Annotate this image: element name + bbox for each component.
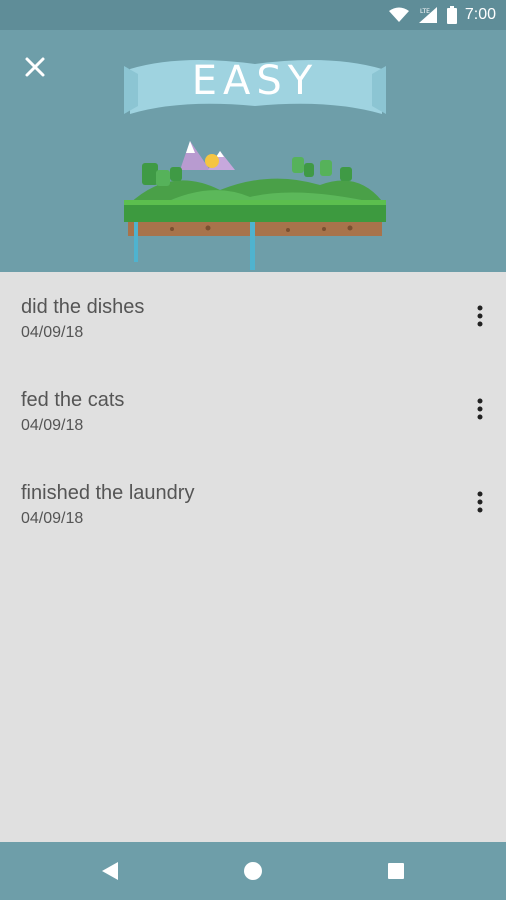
cell-signal-icon: LTE [418,7,437,23]
status-icons: LTE 7:00 [388,5,496,25]
status-bar: LTE 7:00 [0,0,506,30]
header: EASY [0,30,506,272]
list-item[interactable]: did the dishes 04/09/18 [0,272,506,365]
floating-island-illustration [124,141,386,270]
entry-title: finished the laundry [21,482,195,504]
close-icon[interactable] [20,52,50,82]
list-item[interactable]: fed the cats 04/09/18 [0,365,506,458]
back-triangle-icon[interactable] [96,856,126,886]
battery-icon [446,6,457,24]
entry-date: 04/09/18 [21,324,84,341]
entry-date: 04/09/18 [21,417,84,434]
recents-square-icon[interactable] [381,856,411,886]
entry-list: did the dishes 04/09/18 fed the cats 04/… [0,272,506,842]
entry-date: 04/09/18 [21,510,84,527]
wifi-icon [388,7,409,22]
status-time: 7:00 [464,6,496,23]
network-type-label: LTE [420,8,430,15]
more-options-icon[interactable] [468,302,492,332]
entry-title: did the dishes [21,296,145,318]
navigation-bar [0,842,506,900]
more-options-icon[interactable] [468,488,492,518]
entry-title: fed the cats [21,389,125,411]
list-item[interactable]: finished the laundry 04/09/18 [0,458,506,551]
difficulty-title: EASY [191,58,319,104]
more-options-icon[interactable] [468,395,492,425]
home-circle-icon[interactable] [238,856,268,886]
